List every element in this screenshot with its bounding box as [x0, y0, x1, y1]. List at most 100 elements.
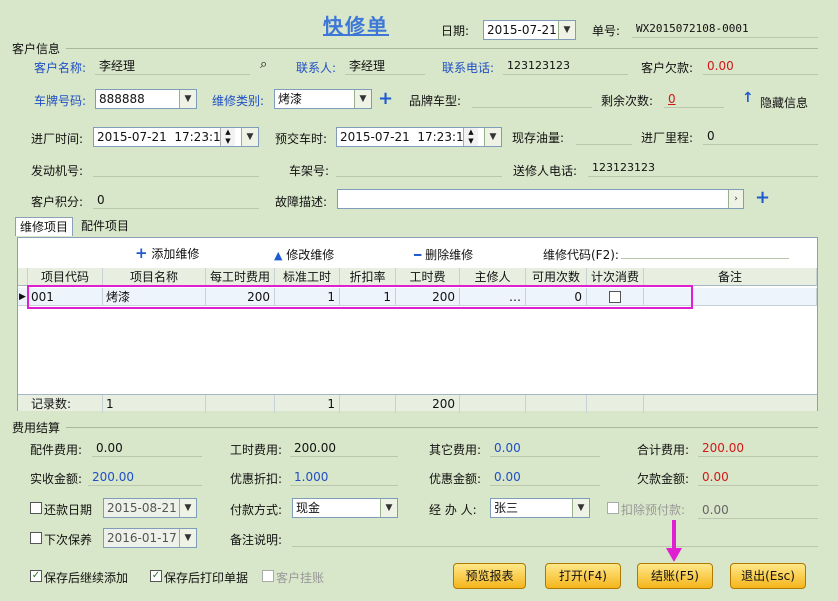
checkout-button[interactable]: 结账(F5) — [637, 563, 713, 589]
deduct-prepay-value: 0.00 — [698, 501, 818, 519]
repair-type-select[interactable]: 烤漆 ▼ — [274, 89, 372, 109]
deduct-prepay-label: 扣除预付款: — [621, 503, 686, 517]
footer-fee: 200 — [396, 395, 460, 413]
order-value: WX2015072108-0001 — [632, 20, 818, 38]
col-available[interactable]: 可用次数 — [526, 268, 587, 286]
col-labor-fee[interactable]: 工时费 — [396, 268, 460, 286]
plate-select[interactable]: 888888 ▼ — [95, 89, 197, 109]
edit-repair-button[interactable]: ▲ 修改维修 — [274, 246, 334, 263]
contact-value[interactable]: 李经理 — [345, 57, 425, 75]
spinner-icon[interactable]: ▲ ▼ — [220, 128, 235, 146]
repay-date-select[interactable]: 2015-08-21 ▼ — [103, 498, 197, 518]
pay-method-value: 现金 — [296, 501, 321, 515]
note-label: 备注说明: — [230, 533, 283, 547]
next-maint-select[interactable]: 2016-01-17 ▼ — [103, 528, 197, 548]
mileage-value[interactable]: 0 — [703, 127, 818, 145]
hang-label: 客户挂账 — [276, 571, 325, 585]
footer-blank — [587, 395, 644, 413]
print-checkbox[interactable]: ✓ — [150, 570, 162, 582]
other-fee-value[interactable]: 0.00 — [490, 439, 600, 457]
binoculars-icon[interactable]: ⌕ — [260, 57, 267, 72]
next-maint-checkbox[interactable] — [30, 532, 42, 544]
date-select[interactable]: 2015-07-21 ▼ — [483, 20, 576, 40]
engine-label: 发动机号: — [31, 164, 84, 178]
customer-name-value[interactable]: 李经理 — [95, 57, 250, 75]
remaining-label: 剩余次数: — [601, 94, 654, 108]
debt-label: 客户欠款: — [641, 61, 694, 75]
footer-blank — [206, 395, 275, 413]
pre-time-label: 预交车时: — [275, 132, 328, 146]
chevron-down-icon[interactable]: ▼ — [179, 90, 196, 108]
repair-code-input[interactable] — [621, 258, 789, 259]
col-std-hours[interactable]: 标准工时 — [275, 268, 340, 286]
repair-type-label: 维修类别: — [212, 94, 265, 108]
in-time-value: 2015-07-21 17:23:15 — [97, 130, 229, 144]
frame-value[interactable] — [336, 159, 502, 177]
hang-checkbox[interactable] — [262, 570, 274, 582]
chevron-down-icon[interactable]: ▼ — [179, 499, 196, 517]
col-count-consume[interactable]: 计次消费 — [587, 268, 644, 286]
chevron-down-icon[interactable]: ▼ — [484, 128, 501, 146]
next-maint-label[interactable]: 下次保养 — [44, 531, 92, 548]
col-code[interactable]: 项目代码 — [28, 268, 103, 286]
hide-info-button[interactable]: 隐藏信息 — [760, 94, 808, 111]
preview-report-button[interactable]: 预览报表 — [453, 563, 526, 589]
sender-phone-value[interactable]: 123123123 — [588, 159, 818, 177]
col-name[interactable]: 项目名称 — [103, 268, 206, 286]
pre-time-picker[interactable]: 2015-07-21 17:23:15 ▲ ▼ ▼ — [336, 127, 502, 147]
chevron-down-icon[interactable]: ▼ — [179, 529, 196, 547]
debt-value: 0.00 — [703, 57, 818, 75]
pay-method-select[interactable]: 现金 ▼ — [292, 498, 398, 518]
repay-date-checkbox[interactable] — [30, 502, 42, 514]
cont-add-label[interactable]: 保存后继续添加 — [44, 569, 128, 586]
brand-value[interactable] — [472, 90, 592, 108]
delete-repair-button[interactable]: ━ 删除维修 — [414, 246, 473, 263]
open-button[interactable]: 打开(F4) — [545, 563, 621, 589]
col-remark[interactable]: 备注 — [644, 268, 817, 286]
add-repair-button[interactable]: + 添加维修 — [135, 244, 199, 262]
cont-add-checkbox[interactable]: ✓ — [30, 570, 42, 582]
oil-value[interactable] — [576, 127, 632, 145]
chevron-down-icon[interactable]: ▼ — [558, 21, 575, 39]
minus-icon: ━ — [414, 248, 422, 262]
parts-fee-value: 0.00 — [92, 439, 202, 457]
chevron-down-icon[interactable]: ▼ — [572, 499, 589, 517]
discount-value[interactable]: 1.000 — [290, 468, 398, 486]
spinner-icon[interactable]: ▲ ▼ — [463, 128, 478, 146]
oil-label: 现存油量: — [512, 131, 565, 145]
tab-parts-items[interactable]: 配件项目 — [77, 217, 133, 235]
col-discount[interactable]: 折扣率 — [340, 268, 396, 286]
repay-date-value: 2015-08-21 — [107, 501, 177, 515]
paid-value[interactable]: 200.00 — [88, 468, 202, 486]
edit-repair-label: 修改维修 — [286, 248, 335, 262]
note-input[interactable] — [292, 529, 818, 547]
date-value: 2015-07-21 — [487, 23, 557, 37]
chevron-down-icon[interactable]: ▼ — [241, 128, 258, 146]
points-value: 0 — [93, 191, 259, 209]
exit-button[interactable]: 退出(Esc) — [730, 563, 806, 589]
col-technician[interactable]: 主修人 — [460, 268, 526, 286]
up-arrow-icon[interactable]: ↑ — [742, 90, 754, 106]
add-plus-icon[interactable]: + — [378, 88, 393, 109]
in-time-picker[interactable]: 2015-07-21 17:23:15 ▲ ▼ ▼ — [93, 127, 259, 147]
chevron-down-icon[interactable]: ▼ — [380, 499, 397, 517]
row-indicator-header — [18, 268, 28, 286]
discount-amount-value[interactable]: 0.00 — [490, 468, 600, 486]
engine-value[interactable] — [93, 159, 259, 177]
fault-input[interactable]: › — [337, 189, 744, 209]
repay-date-label[interactable]: 还款日期 — [44, 501, 92, 518]
add-plus-icon[interactable]: + — [755, 187, 770, 208]
plate-value: 888888 — [99, 92, 145, 106]
ellipsis-icon[interactable]: › — [728, 190, 743, 208]
print-label[interactable]: 保存后打印单据 — [164, 569, 248, 586]
chevron-down-icon[interactable]: ▼ — [354, 90, 371, 108]
handler-select[interactable]: 张三 ▼ — [490, 498, 590, 518]
deduct-prepay-checkbox[interactable] — [607, 502, 619, 514]
owed-label: 欠款金额: — [637, 472, 690, 486]
tab-repair-items[interactable]: 维修项目 — [15, 217, 74, 236]
labor-fee-value: 200.00 — [290, 439, 398, 457]
brand-label: 品牌车型: — [409, 94, 462, 108]
order-label: 单号: — [592, 24, 621, 38]
phone-value[interactable]: 123123123 — [503, 57, 628, 75]
col-hour-rate[interactable]: 每工时费用 — [206, 268, 275, 286]
